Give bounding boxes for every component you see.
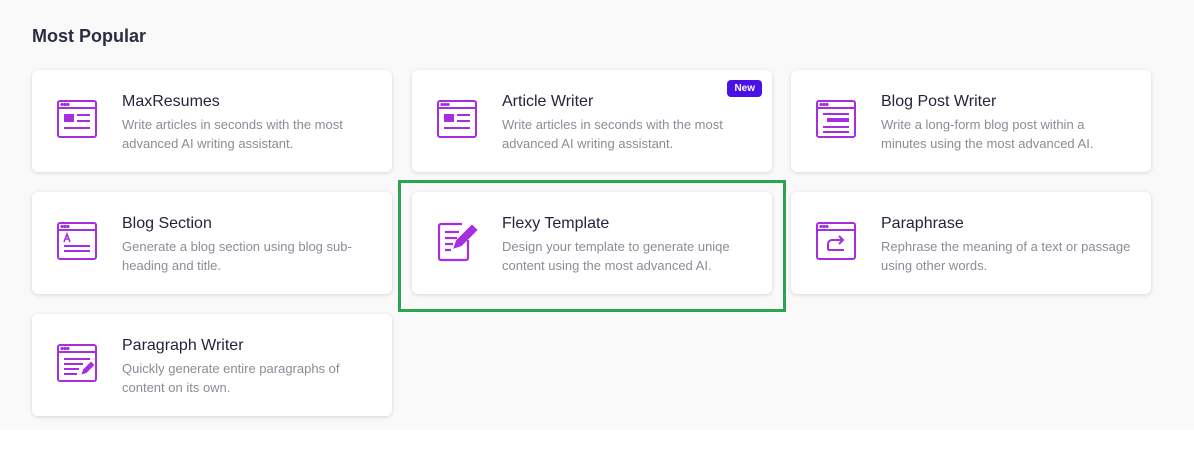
tool-card-paraphrase[interactable]: Paraphrase Rephrase the meaning of a tex… — [791, 192, 1151, 294]
paraphrase-icon — [814, 220, 858, 264]
article-document-icon — [435, 98, 479, 142]
card-description: Generate a blog section using blog sub-h… — [122, 239, 352, 273]
tool-card-article-writer[interactable]: Article Writer Write articles in seconds… — [412, 70, 772, 172]
card-title: Blog Post Writer — [881, 93, 997, 110]
tool-card-flexy-template[interactable]: Flexy Template Design your template to g… — [412, 192, 772, 294]
card-title: MaxResumes — [122, 93, 220, 110]
tool-card-blog-post-writer[interactable]: Blog Post Writer Write a long-form blog … — [791, 70, 1151, 172]
card-description: Write articles in seconds with the most … — [502, 117, 723, 151]
card-title: Paragraph Writer — [122, 337, 244, 354]
blog-post-icon — [814, 98, 858, 142]
section-title: Most Popular — [32, 26, 147, 46]
tool-card-blog-section[interactable]: Blog Section Generate a blog section usi… — [32, 192, 392, 294]
tool-card-maxresumes[interactable]: MaxResumes Write articles in seconds wit… — [32, 70, 392, 172]
card-title: Paraphrase — [881, 215, 964, 232]
most-popular-panel: Most Popular MaxResumes Write articles i… — [0, 0, 1194, 430]
article-document-icon — [55, 98, 99, 142]
card-title: Article Writer — [502, 93, 594, 110]
card-description: Write articles in seconds with the most … — [122, 117, 343, 151]
card-title: Flexy Template — [502, 215, 610, 232]
new-badge: New — [727, 80, 762, 97]
card-title: Blog Section — [122, 215, 212, 232]
tool-card-paragraph-writer[interactable]: Paragraph Writer Quickly generate entire… — [32, 314, 392, 416]
card-description: Design your template to generate uniqe c… — [502, 239, 730, 273]
card-description: Rephrase the meaning of a text or passag… — [881, 239, 1131, 273]
blog-section-icon — [55, 220, 99, 264]
edit-document-icon — [435, 220, 479, 264]
card-description: Write a long-form blog post within a min… — [881, 117, 1094, 151]
card-description: Quickly generate entire paragraphs of co… — [122, 361, 340, 395]
paragraph-edit-icon — [55, 342, 99, 386]
